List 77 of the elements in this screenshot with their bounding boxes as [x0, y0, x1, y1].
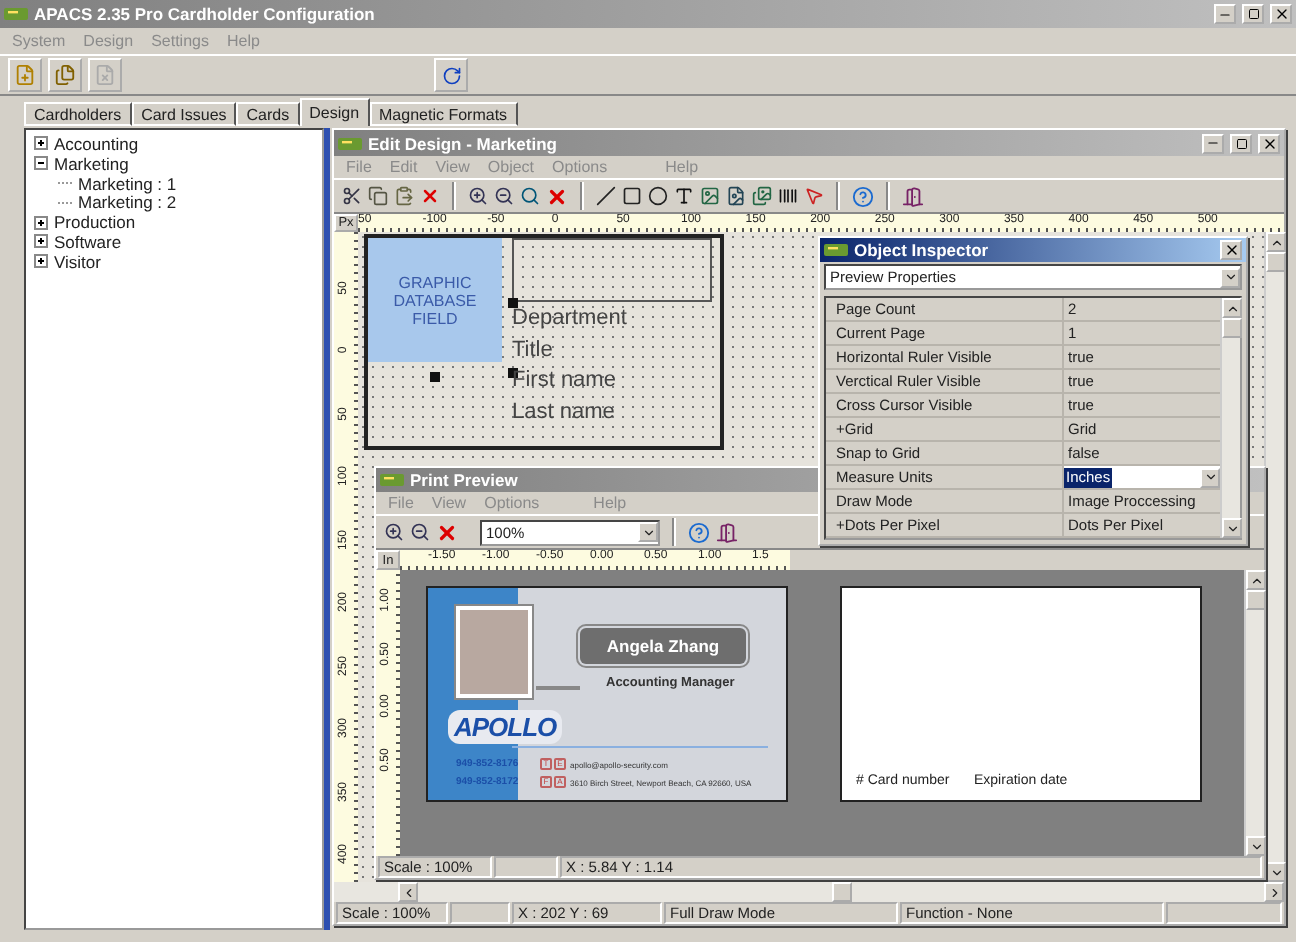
tree-item[interactable]: Visitor [54, 251, 101, 272]
image-text-icon[interactable] [726, 186, 746, 206]
name-label: Angela Zhang [580, 628, 746, 664]
zoom-in-icon[interactable] [384, 522, 404, 542]
tab[interactable]: Card Issues [131, 102, 237, 126]
horizontal-scrollbar[interactable] [334, 882, 1284, 902]
tab[interactable]: Cardholders [24, 102, 132, 126]
vertical-scrollbar[interactable] [1220, 298, 1240, 538]
tree-item[interactable]: Accounting [54, 133, 139, 154]
refresh-button[interactable] [434, 58, 468, 92]
zoom-out-icon[interactable] [494, 186, 514, 206]
exit-icon[interactable] [902, 185, 924, 207]
exit-icon[interactable] [716, 521, 738, 543]
image-icon[interactable] [700, 186, 720, 206]
line-icon[interactable] [596, 186, 616, 206]
photo-placeholder [456, 606, 532, 698]
scroll-thumb[interactable] [1246, 590, 1266, 610]
expand-icon[interactable] [34, 136, 48, 151]
tab[interactable]: Cards [236, 102, 300, 126]
search-icon[interactable] [520, 186, 540, 206]
tree-item[interactable]: Marketing : 2 [78, 192, 177, 213]
tree-item[interactable]: Marketing [54, 153, 129, 174]
delete-icon[interactable] [420, 186, 440, 206]
app-icon [4, 6, 28, 22]
connector-line [536, 686, 580, 690]
maximize-button[interactable] [1242, 4, 1264, 24]
window-title: APACS 2.35 Pro Cardholder Configuration [34, 4, 375, 24]
expand-icon[interactable] [34, 234, 48, 249]
logo: APOLLO [448, 710, 563, 744]
scroll-thumb[interactable] [1266, 252, 1286, 272]
paste-icon[interactable] [394, 186, 414, 206]
text-field[interactable]: First name [512, 368, 616, 392]
window-title: Print Preview [410, 470, 518, 490]
copy-button[interactable] [48, 58, 82, 92]
graphic-field[interactable]: GRAPHIC DATABASE FIELD [368, 238, 502, 362]
zoom-in-icon[interactable] [468, 186, 488, 206]
refresh-icon[interactable] [441, 65, 461, 85]
app-icon [338, 135, 362, 151]
rectangle-icon[interactable] [622, 186, 642, 206]
cut-icon[interactable] [342, 186, 362, 206]
tree-item[interactable]: Marketing : 1 [78, 173, 177, 193]
copy-icon[interactable] [368, 186, 388, 206]
maximize-icon[interactable] [1235, 137, 1247, 149]
tab[interactable]: Design [299, 98, 370, 126]
maximize-button[interactable] [1230, 133, 1252, 153]
window-title: Object Inspector [854, 240, 989, 260]
maximize-icon[interactable] [1247, 8, 1259, 20]
scroll-thumb[interactable] [831, 882, 851, 902]
help-icon[interactable] [852, 185, 874, 207]
images-icon[interactable] [752, 186, 772, 206]
help-icon[interactable] [688, 521, 710, 543]
window-title: Edit Design - Marketing [368, 133, 557, 153]
tree-item[interactable]: Production [54, 212, 136, 233]
app-icon [824, 242, 848, 258]
new-button[interactable] [8, 58, 42, 92]
expand-icon[interactable] [34, 254, 48, 269]
tree-item[interactable]: Software [54, 231, 122, 252]
ellipse-icon[interactable] [648, 186, 668, 206]
selection-handle[interactable] [508, 298, 518, 308]
vertical-scrollbar[interactable] [1244, 570, 1264, 856]
text-field[interactable]: Last name [512, 399, 615, 423]
files-icon[interactable] [54, 64, 76, 86]
design-canvas[interactable] [358, 232, 1264, 882]
text-field[interactable]: Title [512, 337, 553, 361]
status-panel [494, 856, 558, 878]
pointer-icon[interactable] [804, 186, 824, 206]
expand-icon[interactable] [34, 215, 48, 230]
app-icon [380, 472, 404, 488]
tab[interactable]: Magnetic Formats [369, 102, 518, 126]
text-field[interactable]: Department [512, 306, 627, 330]
barcode-icon[interactable] [778, 186, 798, 206]
field-outline[interactable] [512, 238, 712, 302]
zoom-out-icon[interactable] [410, 522, 430, 542]
text-icon[interactable] [674, 186, 694, 206]
scroll-thumb[interactable] [1222, 318, 1242, 338]
selection-handle[interactable] [430, 372, 440, 382]
collapse-icon[interactable] [34, 156, 48, 171]
